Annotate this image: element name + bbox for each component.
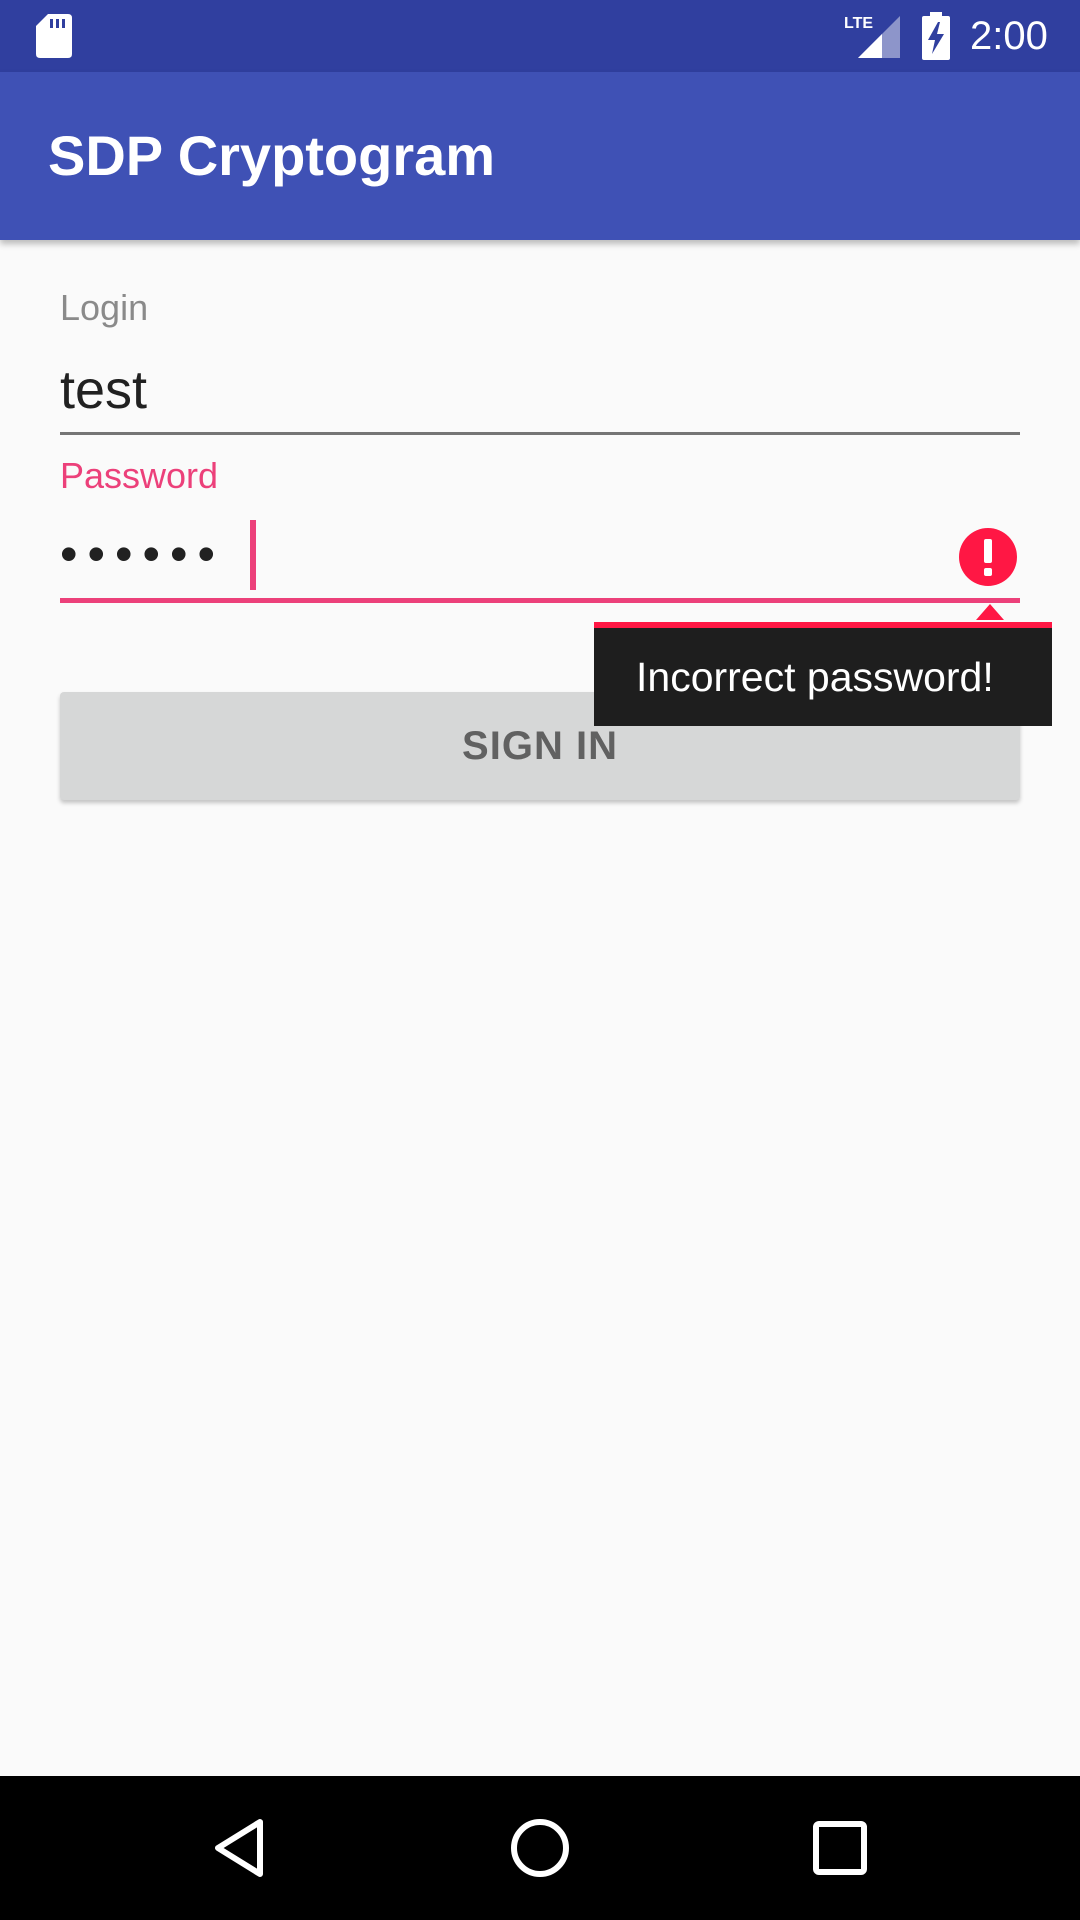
battery-charging-icon bbox=[922, 12, 950, 60]
status-bar: LTE 2:00 bbox=[0, 0, 1080, 72]
password-field-value: •••••• bbox=[60, 526, 226, 582]
app-title: SDP Cryptogram bbox=[48, 124, 496, 187]
home-icon[interactable] bbox=[504, 1812, 576, 1884]
text-cursor bbox=[250, 520, 256, 590]
status-time: 2:00 bbox=[970, 14, 1048, 58]
login-label: Login bbox=[60, 287, 149, 328]
back-icon[interactable] bbox=[204, 1812, 276, 1884]
sd-card-icon bbox=[36, 14, 72, 58]
error-tooltip: Incorrect password! bbox=[594, 622, 1052, 726]
lte-signal-icon: LTE bbox=[844, 15, 900, 58]
password-field[interactable]: •••••• bbox=[60, 512, 1020, 603]
tooltip-arrow bbox=[976, 604, 1004, 620]
svg-text:LTE: LTE bbox=[844, 15, 873, 32]
app-bar: SDP Cryptogram bbox=[0, 72, 1080, 240]
recents-icon[interactable] bbox=[804, 1812, 876, 1884]
login-field[interactable]: test bbox=[60, 348, 1020, 435]
login-field-value: test bbox=[60, 360, 148, 420]
error-message: Incorrect password! bbox=[636, 654, 994, 700]
navigation-bar bbox=[0, 1776, 1080, 1920]
password-label: Password bbox=[60, 455, 219, 496]
error-icon[interactable] bbox=[958, 527, 1018, 587]
